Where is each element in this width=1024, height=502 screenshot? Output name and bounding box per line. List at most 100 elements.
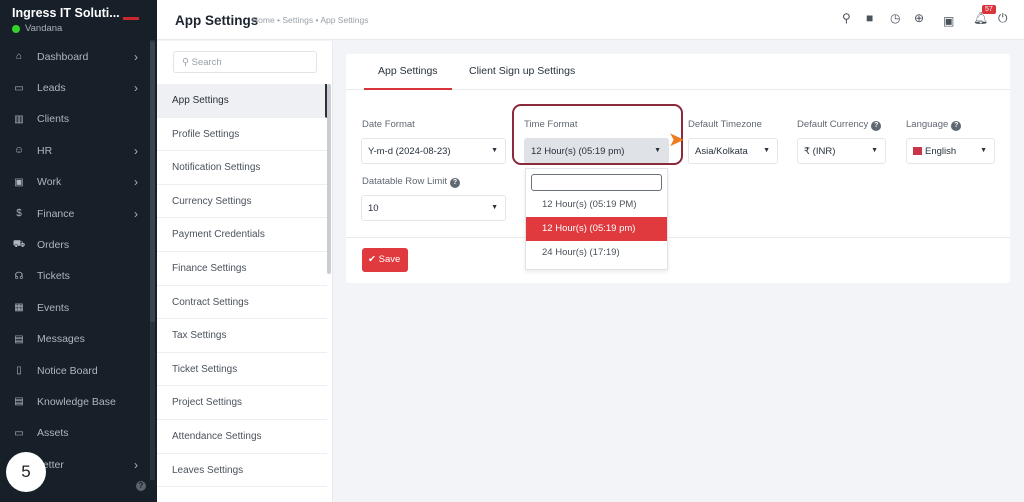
row-limit-label-text: Datatable Row Limit [362,176,448,187]
highlight-box [512,104,683,165]
chat-icon: ▤ [14,333,24,345]
sticky-note-icon[interactable]: ■ [866,11,873,25]
settings-search-input[interactable]: ⚲ Search [173,51,317,73]
settings-menu-item-currency-settings[interactable]: Currency Settings [157,185,327,219]
date-format-select[interactable]: Y-m-d (2024-08-23) ▼ [361,138,506,164]
sidebar-item-tickets[interactable]: ☊ Tickets [0,261,150,292]
search-icon[interactable]: ⚲ [842,11,851,25]
language-value: English [925,146,957,157]
settings-menu-item-attendance-settings[interactable]: Attendance Settings [157,420,327,454]
dropdown-option-selected[interactable]: 12 Hour(s) (05:19 pm) [526,217,667,241]
breadcrumb[interactable]: Home • Settings • App Settings [252,15,369,25]
sidebar-item-label: Assets [37,427,69,440]
brand-indicator [123,17,139,20]
help-icon[interactable]: ? [951,121,962,131]
sidebar-item-label: Finance [37,207,75,220]
calendar-icon: ▦ [14,302,24,314]
chevron-right-icon: › [134,206,138,221]
settings-menu-item-profile-settings[interactable]: Profile Settings [157,118,327,152]
step-marker: 5 [6,452,46,492]
sidebar-item-label: Tickets [37,270,70,283]
row-limit-value: 10 [368,203,379,214]
tab-client-signup-settings[interactable]: Client Sign up Settings [469,65,575,77]
notification-badge: 57 [982,5,996,14]
plus-circle-icon[interactable]: ⊕ [914,11,924,25]
save-button[interactable]: ✔ Save [362,248,408,272]
chevron-right-icon: › [134,143,138,158]
check-icon: ✔ [368,254,376,265]
settings-menu-item-ticket-settings[interactable]: Ticket Settings [157,353,327,387]
sidebar-item-assets[interactable]: ▭ Assets [0,418,150,449]
sidebar-item-events[interactable]: ▦ Events [0,292,150,323]
settings-menu-item-contract-settings[interactable]: Contract Settings [157,286,327,320]
sidebar-item-messages[interactable]: ▤ Messages [0,324,150,355]
brand[interactable]: Ingress IT Soluti... Vandana [0,0,157,40]
sidebar-item-leads[interactable]: ▭ Leads › [0,72,150,103]
caret-down-icon: ▼ [491,204,498,211]
caret-down-icon: ▼ [980,147,987,154]
settings-menu-item-project-settings[interactable]: Project Settings [157,386,327,420]
sidebar-item-label: Notice Board [37,364,98,377]
briefcase-icon: ▣ [14,176,24,188]
sidebar-item-notice-board[interactable]: ▯ Notice Board [0,355,150,386]
dropdown-option[interactable]: 12 Hour(s) (05:19 PM) [526,193,667,217]
date-format-value: Y-m-d (2024-08-23) [368,146,451,157]
id-card-icon: ▭ [14,82,24,94]
gift-icon[interactable]: ▣ [943,14,954,28]
sidebar-scrollbar[interactable] [150,40,155,480]
settings-menu-item-payment-credentials[interactable]: Payment Credentials [157,218,327,252]
dropdown-search-input[interactable] [531,174,662,191]
chevron-right-icon: › [134,49,138,64]
settings-menu-item-app-settings[interactable]: App Settings [157,84,327,118]
language-label-text: Language [906,119,949,130]
monitor-icon: ▭ [14,427,24,439]
building-icon: ▥ [14,113,24,125]
chevron-right-icon: › [134,81,138,96]
header: App Settings Home • Settings • App Setti… [157,0,1024,40]
uk-flag-icon [913,147,922,155]
row-limit-label: Datatable Row Limit? [362,176,461,188]
click-cursor-icon: ➤ [668,129,685,151]
sidebar-item-orders[interactable]: ⛟ Orders [0,229,150,260]
currency-label: Default Currency? [797,119,882,131]
clock-icon[interactable]: ◷ [890,11,900,25]
sidebar-item-label: Events [37,301,70,314]
chevron-right-icon: › [134,175,138,190]
caret-down-icon: ▼ [491,147,498,154]
tab-app-settings[interactable]: App Settings [378,65,438,77]
timezone-label: Default Timezone [688,119,762,130]
sidebar-item-label: Dashboard [37,50,89,63]
date-format-label: Date Format [362,119,415,130]
power-icon[interactable]: ⏻ [998,11,1008,26]
sidebar-item-clients[interactable]: ▥ Clients [0,104,150,135]
sidebar-item-dashboard[interactable]: ⌂ Dashboard › [0,41,150,72]
sidebar-item-label: Orders [37,239,70,252]
dropdown-option[interactable]: 24 Hour(s) (17:19) [526,241,667,265]
sidebar-item-finance[interactable]: $ Finance › [0,198,150,229]
sidebar-item-work[interactable]: ▣ Work › [0,167,150,198]
help-icon[interactable]: ? [871,121,882,131]
timezone-value: Asia/Kolkata [695,146,748,157]
user-name: Vandana [25,23,63,34]
settings-menu-item-leaves-settings[interactable]: Leaves Settings [157,454,327,488]
settings-card: App Settings Client Sign up Settings Dat… [346,54,1010,283]
sidebar-nav: ⌂ Dashboard › ▭ Leads › ▥ Clients ☺ HR › ▣ Work › $ Fin… [0,41,150,480]
language-select[interactable]: English ▼ [906,138,995,164]
sidebar-item-label: Leads [37,82,66,95]
settings-menu-scrollbar[interactable] [327,84,331,274]
currency-select[interactable]: ₹ (INR) ▼ [797,138,886,164]
help-icon[interactable]: ? [136,481,146,491]
help-icon[interactable]: ? [450,178,461,188]
settings-menu-item-tax-settings[interactable]: Tax Settings [157,319,327,353]
sidebar-item-knowledge-base[interactable]: ▤ Knowledge Base [0,386,150,417]
sidebar-item-label: Knowledge Base [37,395,116,408]
sidebar-item-label: Messages [37,333,85,346]
settings-menu-item-finance-settings[interactable]: Finance Settings [157,252,327,286]
sidebar-item-hr[interactable]: ☺ HR › [0,135,150,166]
row-limit-select[interactable]: 10 ▼ [361,195,506,221]
settings-menu-item-notification-settings[interactable]: Notification Settings [157,151,327,185]
cart-icon: ⛟ [12,238,26,250]
timezone-select[interactable]: Asia/Kolkata ▼ [688,138,778,164]
divider [346,237,1010,238]
people-icon: ☺ [13,145,25,157]
